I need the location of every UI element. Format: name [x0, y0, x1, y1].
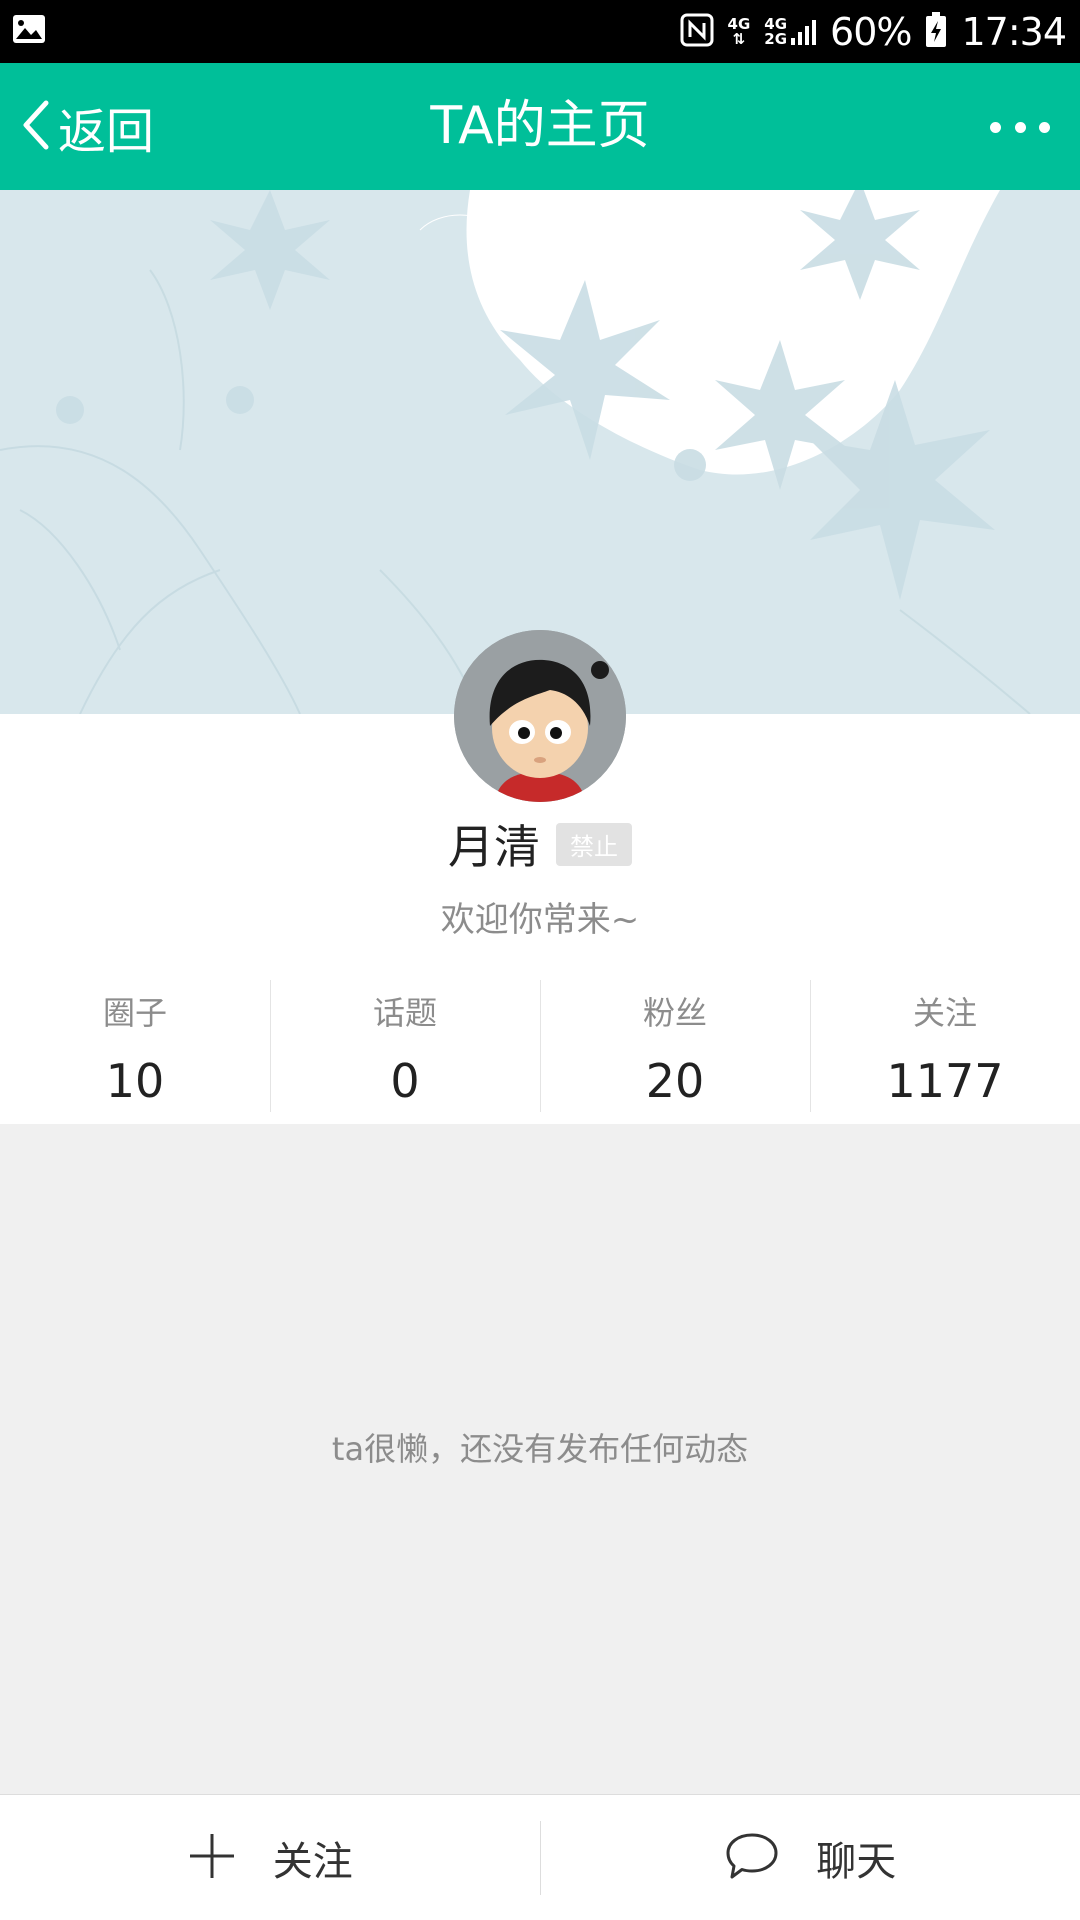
more-icon[interactable] — [990, 105, 1050, 149]
page-title: TA的主页 — [430, 96, 650, 156]
follow-label: 关注 — [272, 1838, 353, 1885]
battery-icon — [925, 11, 947, 52]
status-badge: 禁止 — [556, 822, 632, 866]
back-button[interactable]: 返回 — [18, 63, 154, 190]
stat-value: 10 — [105, 1054, 165, 1108]
chat-bubble-icon — [724, 1831, 780, 1885]
stats-bar: 圈子 10 话题 0 粉丝 20 关注 1177 — [0, 978, 1080, 1112]
clock: 17:34 — [961, 9, 1067, 54]
empty-feed-message: ta很懒，还没有发布任何动态 — [331, 1430, 749, 1468]
stat-value: 20 — [645, 1054, 705, 1108]
stat-fans[interactable]: 粉丝 20 — [540, 978, 810, 1112]
chat-button[interactable]: 聊天 — [541, 1795, 1080, 1920]
stat-label: 粉丝 — [642, 994, 707, 1032]
stat-label: 关注 — [912, 994, 977, 1032]
stat-label: 圈子 — [102, 994, 167, 1032]
image-icon — [12, 14, 46, 48]
chat-label: 聊天 — [816, 1838, 897, 1885]
bottom-action-bar: 关注 聊天 — [0, 1794, 1080, 1920]
nfc-icon — [680, 13, 714, 51]
back-label: 返回 — [58, 103, 155, 160]
stat-topics[interactable]: 话题 0 — [270, 978, 540, 1112]
stat-circles[interactable]: 圈子 10 — [0, 978, 270, 1112]
app-bar: 返回 TA的主页 — [0, 63, 1080, 190]
stat-label: 话题 — [372, 994, 437, 1032]
status-bar: 4G ⇅ 4G 2G 60% 17:34 — [0, 0, 1080, 63]
back-chevron-icon — [18, 97, 52, 157]
avatar[interactable] — [454, 630, 626, 802]
follow-button[interactable]: 关注 — [0, 1795, 540, 1920]
stat-following[interactable]: 关注 1177 — [810, 978, 1080, 1112]
signal-icon: 4G 2G — [764, 16, 817, 47]
battery-percent: 60% — [830, 9, 912, 54]
plus-icon — [187, 1831, 237, 1885]
stat-value: 1177 — [886, 1054, 1004, 1108]
user-name: 月清 — [448, 820, 540, 874]
network-indicator-1: 4G ⇅ — [727, 14, 751, 48]
feed-area[interactable]: ta很懒，还没有发布任何动态 — [0, 1124, 1080, 1794]
stat-value: 0 — [390, 1054, 420, 1108]
user-bio: 欢迎你常来~ — [440, 900, 640, 940]
